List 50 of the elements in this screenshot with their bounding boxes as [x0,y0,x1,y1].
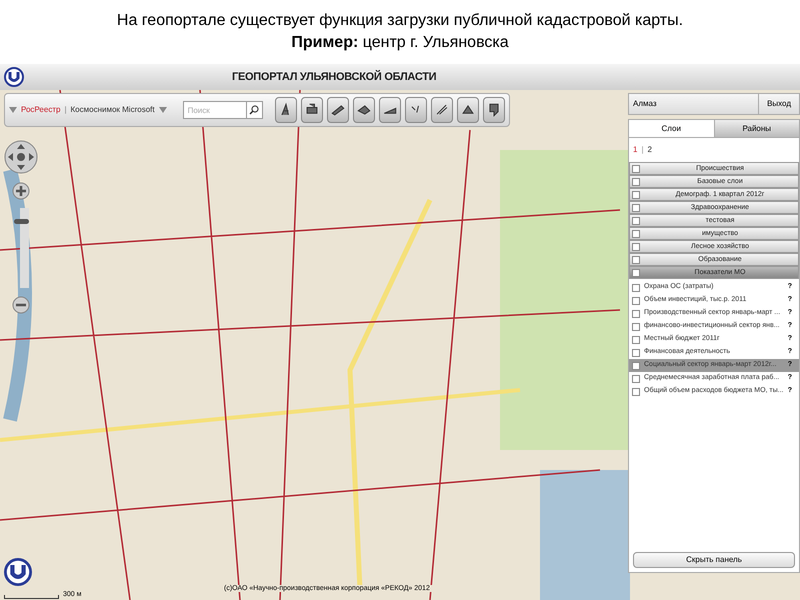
mountain-icon[interactable] [456,97,479,123]
caret-icon[interactable] [9,107,17,113]
checkbox[interactable] [632,164,640,172]
checkbox[interactable] [632,256,640,264]
zoom-slider-thumb[interactable] [14,219,28,224]
basemap-option[interactable]: РосРеестр [21,104,60,116]
checkbox[interactable] [632,374,640,382]
checkbox[interactable] [632,216,640,224]
search-icon[interactable] [246,101,263,119]
zoom-out-icon[interactable] [12,296,30,314]
slide-subheading: Пример: центр г. Ульяновска [291,33,509,53]
logout-button[interactable]: Выход [758,94,799,114]
logo-icon [4,67,24,87]
checkbox[interactable] [632,230,640,238]
hide-panel-button[interactable]: Скрыть панель [633,552,795,568]
separator-text: | [641,144,644,156]
pan-control-icon[interactable] [4,140,38,174]
checkbox[interactable] [632,268,640,276]
scale-bar [4,595,59,599]
flag-icon[interactable] [482,97,505,123]
user-name: Алмаз [632,98,658,110]
checkbox[interactable] [632,284,640,292]
checkbox[interactable] [632,322,640,330]
checkbox[interactable] [632,310,640,318]
page-link[interactable]: 1 [633,144,638,156]
checkbox[interactable] [632,242,640,250]
page-link[interactable]: 2 [648,144,652,156]
caret-icon[interactable] [158,107,167,113]
zoom-in-icon[interactable] [12,182,30,200]
checkbox[interactable] [632,178,640,186]
search-field[interactable]: Поиск [182,101,247,119]
compass-icon[interactable] [274,97,297,123]
printer-icon[interactable] [300,97,323,123]
checkbox[interactable] [632,204,640,212]
panel-tab[interactable]: Районы [714,120,799,138]
area-icon[interactable] [378,97,401,123]
window-title: ГЕОПОРТАЛ УЛЬЯНОВСКОЙ ОБЛАСТИ [232,69,436,85]
slide-heading: На геопортале существует функция загрузки публичной кадастровой карты. [116,11,684,31]
zoom-slider-track[interactable] [14,208,28,288]
checkbox[interactable] [632,336,640,344]
basemap-option[interactable]: Космоснимок Microsoft [70,104,155,116]
checkbox[interactable] [632,296,640,304]
separator-text: | [64,104,67,116]
checkbox[interactable] [632,190,640,198]
checkbox[interactable] [632,388,640,396]
checkbox[interactable] [632,348,640,356]
line-tool-icon[interactable] [430,97,453,123]
ruler-icon[interactable] [326,97,349,123]
checkbox[interactable] [632,362,640,370]
layer-icon[interactable] [352,97,375,123]
